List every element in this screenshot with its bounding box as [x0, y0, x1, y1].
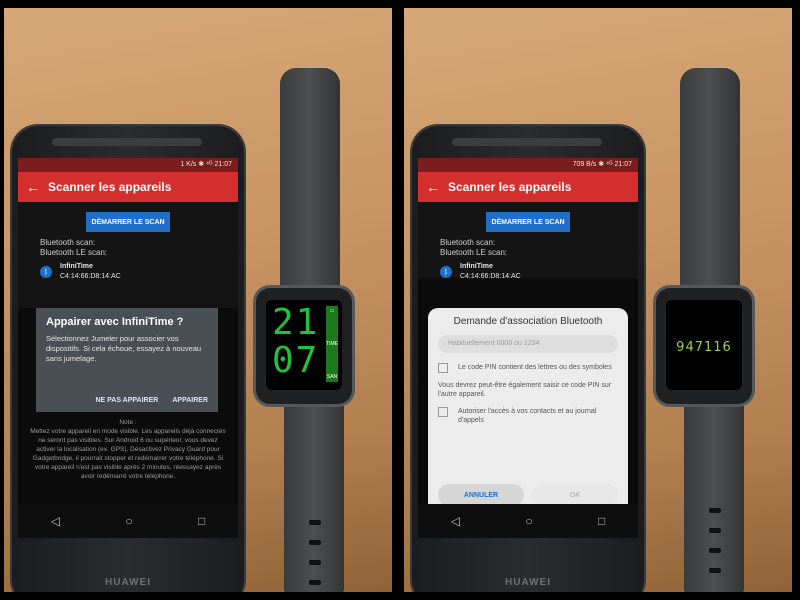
pair-button[interactable]: APPAIRER	[172, 397, 208, 404]
app-title: Scanner les appareils	[448, 180, 572, 194]
start-scan-button[interactable]: DÉMARRER LE SCAN	[86, 212, 170, 232]
pair-dialog-title: Appairer avec InfiniTime ?	[46, 316, 184, 328]
pin-letters-checkbox[interactable]	[438, 363, 448, 373]
phone-speaker	[452, 138, 602, 146]
band-hole	[309, 580, 321, 585]
clock-hours: 21	[272, 302, 320, 343]
phone-speaker	[52, 138, 202, 146]
cancel-button[interactable]: ANNULER	[438, 484, 524, 506]
bluetooth-pairing-dialog: Demande d'association Bluetooth Habituel…	[428, 308, 628, 516]
device-name: InfiniTime	[60, 263, 93, 270]
clock-minutes: 07	[272, 340, 320, 381]
device-address: C4:14:66:D8:14:AC	[60, 273, 121, 280]
smartwatch: 21 07 ▭ TIME SAN	[256, 288, 352, 404]
phone-brand: HUAWEI	[105, 577, 151, 588]
watch-status-strip: ▭ TIME SAN	[326, 306, 338, 382]
smartwatch: 947116	[656, 288, 752, 404]
watch-band-top	[280, 68, 340, 290]
app-bar: ← Scanner les appareils	[18, 172, 238, 202]
android-nav-bar: ◁ ○ □	[418, 504, 638, 538]
right-photo: 709 B/s ✱ ⁴ᴳ 21:07 ← Scanner les apparei…	[404, 8, 792, 592]
nav-recent-icon[interactable]: □	[598, 514, 605, 528]
watch-band-bottom	[684, 400, 744, 592]
pin-input[interactable]: Habituellement 0000 ou 1234	[438, 335, 618, 353]
pair-dialog: Appairer avec InfiniTime ? Sélectionnez …	[36, 308, 218, 412]
band-hole	[309, 560, 321, 565]
bluetooth-icon: ᛒ	[440, 266, 452, 278]
watch-screen: 21 07 ▭ TIME SAN	[266, 300, 342, 390]
device-item[interactable]: ᛒ InfiniTime C4:14:66:D8:14:AC	[40, 262, 238, 282]
nav-back-icon[interactable]: ◁	[451, 514, 460, 528]
watch-band-top	[680, 68, 740, 290]
start-scan-button[interactable]: DÉMARRER LE SCAN	[486, 212, 570, 232]
nav-recent-icon[interactable]: □	[198, 514, 205, 528]
android-nav-bar: ◁ ○ □	[18, 504, 238, 538]
pin-letters-checkbox-row[interactable]: Le code PIN contient des lettres ou des …	[438, 363, 618, 373]
back-arrow-icon[interactable]: ←	[18, 179, 48, 195]
nav-home-icon[interactable]: ○	[525, 514, 532, 528]
ble-scan-label: Bluetooth LE scan:	[440, 248, 508, 257]
do-not-pair-button[interactable]: NE PAS APPAIRER	[95, 397, 158, 404]
nav-back-icon[interactable]: ◁	[51, 514, 60, 528]
phone-brand: HUAWEI	[505, 577, 551, 588]
pairing-dialog-title: Demande d'association Bluetooth	[453, 316, 603, 327]
ok-button[interactable]: OK	[532, 484, 618, 506]
watch-screen: 947116	[666, 300, 742, 390]
contacts-checkbox-row[interactable]: Autoriser l'accès à vos contacts et au j…	[438, 407, 618, 425]
pin-letters-label: Le code PIN contient des lettres ou des …	[458, 364, 612, 371]
ble-scan-label: Bluetooth LE scan:	[40, 248, 108, 257]
phone: 1 K/s ✱ ⁴ᴳ 21:07 ← Scanner les appareils…	[12, 126, 244, 592]
app-bar: ← Scanner les appareils	[418, 172, 638, 202]
device-name: InfiniTime	[460, 263, 493, 270]
bluetooth-icon: ᛒ	[40, 266, 52, 278]
phone: 709 B/s ✱ ⁴ᴳ 21:07 ← Scanner les apparei…	[412, 126, 644, 592]
back-arrow-icon[interactable]: ←	[418, 179, 448, 195]
phone-screen: 1 K/s ✱ ⁴ᴳ 21:07 ← Scanner les appareils…	[18, 158, 238, 538]
status-bar: 1 K/s ✱ ⁴ᴳ 21:07	[18, 158, 238, 172]
phone-screen: 709 B/s ✱ ⁴ᴳ 21:07 ← Scanner les apparei…	[418, 158, 638, 538]
band-hole	[709, 568, 721, 573]
pair-dialog-body: Sélectionnez Jumeler pour associer vos d…	[46, 334, 202, 363]
battery-icon: ▭	[329, 308, 335, 314]
watch-band-bottom	[284, 400, 344, 592]
watch-side-label: TIME	[326, 341, 338, 347]
band-hole	[709, 508, 721, 513]
note-title: Note :	[119, 419, 137, 426]
nav-home-icon[interactable]: ○	[125, 514, 132, 528]
band-hole	[709, 528, 721, 533]
app-title: Scanner les appareils	[48, 180, 172, 194]
watch-side-day: SAN	[326, 374, 338, 380]
pin-note: Vous devrez peut-être également saisir c…	[438, 382, 612, 398]
band-hole	[309, 520, 321, 525]
band-hole	[309, 540, 321, 545]
status-bar: 709 B/s ✱ ⁴ᴳ 21:07	[418, 158, 638, 172]
left-photo: 1 K/s ✱ ⁴ᴳ 21:07 ← Scanner les appareils…	[4, 8, 392, 592]
note-body: Mettez votre appareil en mode visible. L…	[30, 428, 226, 480]
contacts-label: Autoriser l'accès à vos contacts et au j…	[458, 408, 597, 424]
scan-note: Note : Mettez votre appareil en mode vis…	[28, 418, 228, 481]
contacts-checkbox[interactable]	[438, 407, 448, 417]
bluetooth-scan-label: Bluetooth scan:	[40, 238, 96, 247]
watch-pairing-pin: 947116	[676, 340, 732, 355]
watch-clock: 21 07	[272, 304, 319, 380]
band-hole	[709, 548, 721, 553]
bluetooth-scan-label: Bluetooth scan:	[440, 238, 496, 247]
